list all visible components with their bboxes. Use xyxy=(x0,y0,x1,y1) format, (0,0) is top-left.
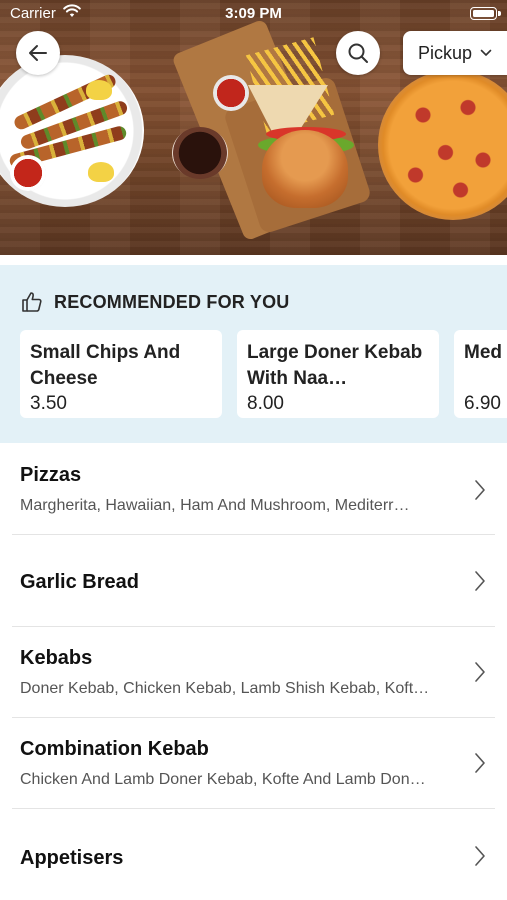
battery-icon xyxy=(470,7,497,20)
category-title: Pizzas xyxy=(20,464,82,486)
chevron-down-icon xyxy=(480,49,492,56)
recommended-item-name: Med Keba xyxy=(464,342,507,363)
thumbs-up-icon xyxy=(22,292,42,312)
search-icon xyxy=(348,43,368,63)
pickup-label: Pickup xyxy=(417,42,473,63)
lemon-image xyxy=(86,80,112,100)
battery-tip xyxy=(498,11,501,16)
pickup-dropdown[interactable]: Pickup xyxy=(403,31,507,75)
recommended-item-name: Small Chips And Cheese xyxy=(30,342,181,389)
recommended-card[interactable]: Large Doner Kebab With Naa… 8.00 xyxy=(237,330,439,418)
category-subtitle: Doner Kebab, Chicken Kebab, Lamb Shish K… xyxy=(20,680,430,697)
menu-category-garlic-bread[interactable]: Garlic Bread xyxy=(0,535,507,626)
recommended-header: RECOMMENDED FOR YOU xyxy=(20,290,289,314)
chevron-right-icon xyxy=(475,480,485,500)
category-title: Appetisers xyxy=(20,847,124,869)
recommended-card[interactable]: Small Chips And Cheese 3.50 xyxy=(20,330,222,418)
recommended-item-price: 6.90 xyxy=(464,393,501,414)
chevron-right-icon xyxy=(475,753,485,773)
recommended-item-price: 8.00 xyxy=(247,393,284,414)
category-title: Garlic Bread xyxy=(20,571,139,593)
chevron-right-icon xyxy=(475,662,485,682)
category-title: Combination Kebab xyxy=(20,738,209,760)
recommended-card[interactable]: Med Keba 6.90 xyxy=(454,330,507,418)
status-bar: Carrier 3:09 PM xyxy=(0,0,507,28)
hero-banner: Carrier 3:09 PM Pickup xyxy=(0,0,507,255)
cola-glass-image xyxy=(172,127,228,179)
recommended-item-price: 3.50 xyxy=(30,393,67,414)
category-subtitle: Margherita, Hawaiian, Ham And Mushroom, … xyxy=(20,497,410,514)
category-subtitle: Chicken And Lamb Doner Kebab, Kofte And … xyxy=(20,771,426,788)
lemon-image xyxy=(88,162,114,182)
recommended-title: RECOMMENDED FOR YOU xyxy=(54,291,290,312)
menu-category-appetisers[interactable]: Appetisers xyxy=(0,809,507,900)
chevron-right-icon xyxy=(475,846,485,866)
chevron-right-icon xyxy=(475,571,485,591)
recommended-section: RECOMMENDED FOR YOU Small Chips And Chee… xyxy=(0,265,507,443)
burger-image xyxy=(262,130,348,208)
search-button[interactable] xyxy=(336,31,380,75)
ketchup-bowl-image xyxy=(213,75,249,111)
recommended-item-name: Large Doner Kebab With Naa… xyxy=(247,342,423,389)
sauce-bowl-image xyxy=(10,155,46,191)
category-title: Kebabs xyxy=(20,647,93,669)
clock: 3:09 PM xyxy=(225,5,282,22)
menu-category-pizzas[interactable]: Pizzas Margherita, Hawaiian, Ham And Mus… xyxy=(0,443,507,534)
menu-category-combination-kebab[interactable]: Combination Kebab Chicken And Lamb Doner… xyxy=(0,718,507,809)
back-button[interactable] xyxy=(16,31,60,75)
menu-category-kebabs[interactable]: Kebabs Doner Kebab, Chicken Kebab, Lamb … xyxy=(0,627,507,718)
arrow-left-icon xyxy=(29,45,47,61)
